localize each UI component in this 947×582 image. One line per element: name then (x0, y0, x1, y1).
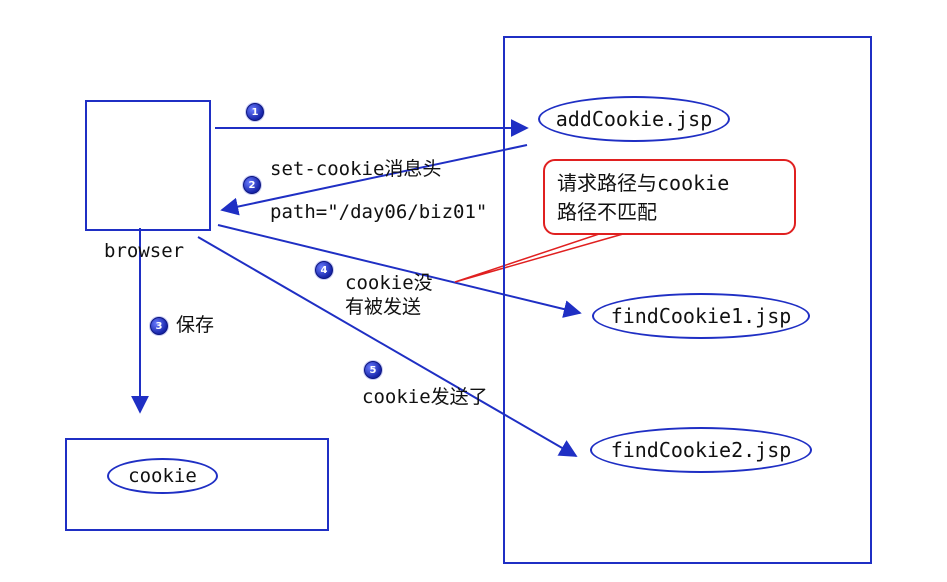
browser-box (85, 100, 211, 231)
cookie-ellipse: cookie (107, 458, 218, 494)
addcookie-page[interactable]: addCookie.jsp (538, 96, 730, 142)
set-cookie-header-label: set-cookie消息头 (270, 158, 442, 180)
diagram-canvas: browser cookie addCookie.jsp findCookie1… (0, 0, 947, 582)
findcookie2-page[interactable]: findCookie2.jsp (590, 427, 812, 473)
findcookie1-page[interactable]: findCookie1.jsp (592, 293, 810, 339)
not-sent-line-1: cookie没 (345, 272, 433, 294)
mismatch-callout: 请求路径与cookie 路径不匹配 (543, 159, 796, 235)
step-badge-5: 5 (364, 361, 382, 379)
cookie-not-sent-label: cookie没 有被发送 (345, 272, 433, 320)
callout-line-2: 路径不匹配 (557, 200, 657, 224)
not-sent-line-2: 有被发送 (345, 295, 422, 318)
browser-label: browser (104, 240, 185, 262)
step-badge-4: 4 (315, 261, 333, 279)
step-badge-1: 1 (246, 103, 264, 121)
step-badge-2: 2 (243, 176, 261, 194)
callout-line-1: 请求路径与cookie (557, 171, 730, 195)
cookie-path-label: path="/day06/biz01" (270, 201, 488, 223)
step-badge-3: 3 (150, 317, 168, 335)
cookie-sent-label: cookie发送了 (362, 386, 488, 408)
save-label: 保存 (176, 314, 215, 336)
